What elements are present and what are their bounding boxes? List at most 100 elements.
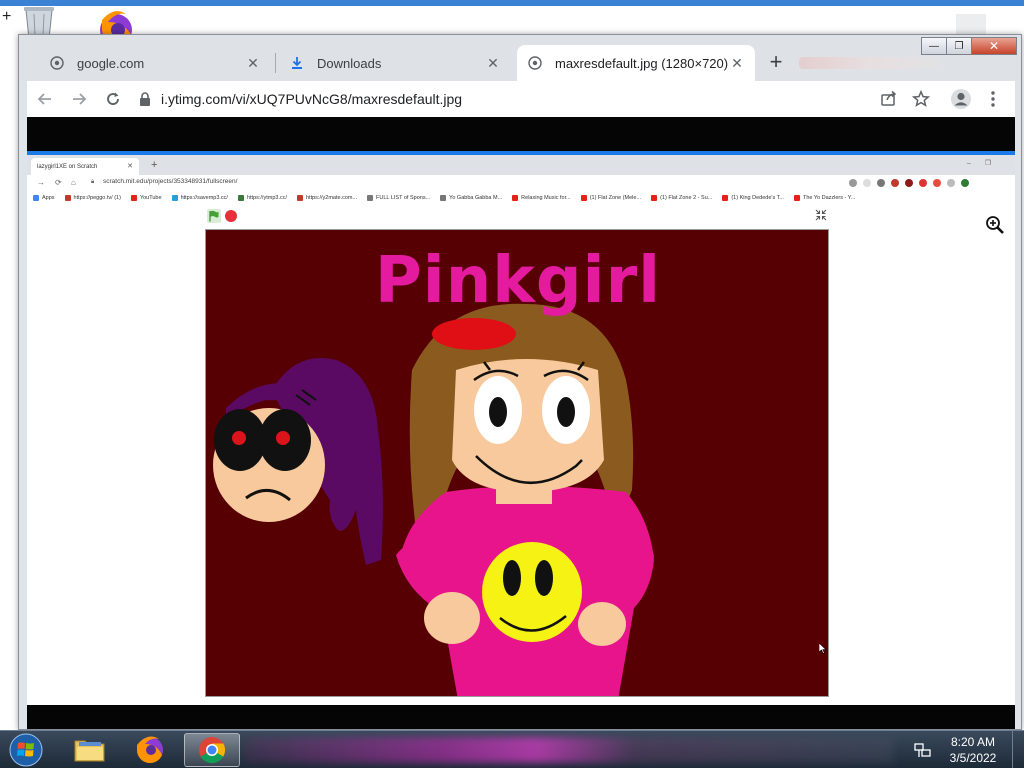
minimize-button[interactable]: — — [921, 37, 947, 55]
bookmark-item: (1) King Dedede's T... — [722, 195, 784, 201]
inner-close-icon: ✕ — [127, 163, 133, 170]
url-text: i.ytimg.com/vi/xUQ7PUvNcG8/maxresdefault… — [161, 91, 463, 107]
tab-downloads[interactable]: Downloads ✕ — [279, 45, 511, 81]
bookmark-item: (1) Flat Zone (Mele... — [580, 195, 641, 201]
inner-url-text: scratch.mit.edu/projects/353348931/fulls… — [103, 178, 238, 185]
tab-title: Downloads — [317, 55, 382, 71]
inner-arrow-right-icon: → — [37, 178, 45, 187]
taskbar-file-explorer[interactable] — [62, 733, 118, 767]
inner-ext-icon — [905, 179, 913, 187]
plus-icon: + — [2, 8, 12, 25]
taskbar-chrome[interactable] — [184, 733, 240, 767]
taskbar: 8:20 AM 3/5/2022 — [0, 730, 1024, 768]
bookmark-icon — [33, 195, 39, 201]
clock-date: 3/5/2022 — [949, 751, 997, 765]
youtube-icon — [130, 195, 137, 201]
exit-fullscreen-icon — [815, 209, 827, 221]
inner-ext-icon — [961, 179, 969, 187]
inner-toolbar: → ⟳ ⌂ 🔒︎ scratch.mit.edu/projects/353348… — [27, 175, 1015, 191]
bookmark-icon — [297, 195, 303, 201]
bookmark-item: https://peggo.tv/ (1) — [64, 195, 121, 201]
bookmark-item: Apps — [33, 195, 55, 201]
youtube-icon — [651, 195, 658, 201]
person-icon — [951, 89, 971, 109]
tab-strip: google.com ✕ Downloads ✕ maxresdefault.j… — [19, 35, 1021, 81]
download-icon — [289, 55, 305, 71]
close-tab-icon[interactable]: ✕ — [729, 55, 745, 71]
bookmark-icon — [237, 195, 244, 201]
system-clock[interactable]: 8:20 AM 3/5/2022 — [940, 734, 1006, 766]
globe-icon — [367, 195, 374, 201]
scratch-stage: Pinkgirl — [205, 229, 829, 697]
bookmark-item: https://y2mate.com... — [297, 195, 357, 201]
inner-reload-icon: ⟳ — [55, 178, 62, 187]
globe-icon — [49, 55, 65, 71]
inner-extension-icons — [849, 179, 969, 187]
inner-window-controls: –❐ — [966, 160, 1005, 167]
inner-ext-icon — [947, 179, 955, 187]
bookmark-item: YouTube — [130, 195, 162, 201]
close-tab-icon[interactable]: ✕ — [245, 55, 261, 71]
taskbar-firefox[interactable] — [122, 733, 178, 767]
bookmark-item: FULL LIST of Spons... — [367, 195, 430, 201]
lock-icon[interactable] — [137, 91, 153, 107]
green-flag-icon — [207, 209, 221, 223]
stage-title-text: Pinkgirl — [374, 244, 662, 318]
youtube-icon — [722, 195, 729, 201]
arrow-left-icon — [37, 93, 51, 105]
window-close-button[interactable]: ✕ — [971, 37, 1017, 55]
displayed-image[interactable]: lazygirl1XE on Scratch ✕ + –❐ → ⟳ ⌂ 🔒︎ s… — [27, 151, 1015, 705]
inner-ext-icon — [877, 179, 885, 187]
tab-maxresdefault[interactable]: maxresdefault.jpg (1280×720) ✕ — [517, 45, 755, 81]
arrow-right-icon — [73, 93, 87, 105]
page-viewport: lazygirl1XE on Scratch ✕ + –❐ → ⟳ ⌂ 🔒︎ s… — [27, 117, 1015, 729]
tab-title: maxresdefault.jpg (1280×720) — [555, 55, 729, 71]
menu-button[interactable] — [981, 87, 1005, 111]
firefox-icon — [137, 736, 163, 763]
close-tab-icon[interactable]: ✕ — [485, 55, 501, 71]
share-icon — [881, 90, 897, 106]
globe-icon — [440, 195, 447, 201]
tab-title: google.com — [77, 55, 145, 71]
bookmark-item: Relaxing Music for... — [512, 195, 571, 201]
image-letterbox-bottom — [27, 705, 1015, 729]
globe-icon — [527, 55, 543, 71]
zoom-in-icon[interactable] — [985, 215, 1005, 235]
bookmark-item: https://savemp3.cc/ — [171, 195, 228, 201]
network-icon[interactable] — [914, 741, 932, 759]
inner-lock-icon: 🔒︎ — [91, 179, 95, 185]
inner-ext-icon — [933, 179, 941, 187]
inner-bookmarks-bar: Apps https://peggo.tv/ (1) YouTube https… — [27, 191, 1015, 205]
image-letterbox-top — [27, 117, 1015, 151]
reload-button[interactable] — [101, 87, 125, 111]
share-button[interactable] — [877, 87, 901, 111]
maximize-button[interactable]: ❐ — [946, 37, 972, 55]
start-button[interactable] — [6, 732, 46, 768]
address-bar[interactable]: i.ytimg.com/vi/xUQ7PUvNcG8/maxresdefault… — [137, 85, 937, 113]
inner-star-icon — [849, 179, 857, 187]
folder-icon — [74, 740, 105, 762]
show-desktop-button[interactable] — [1012, 731, 1024, 768]
tab-separator — [275, 53, 276, 73]
bookmark-item: https://ytmp3.cc/ — [237, 195, 287, 201]
profile-button[interactable] — [949, 87, 973, 111]
bookmark-item: (1) Flat Zone 2 - Su... — [651, 195, 712, 201]
inner-tab-title: lazygirl1XE on Scratch — [37, 163, 98, 170]
stop-sign-icon — [225, 210, 237, 222]
chrome-window: google.com ✕ Downloads ✕ maxresdefault.j… — [18, 34, 1022, 730]
inner-home-icon: ⌂ — [71, 178, 76, 187]
bookmark-icon — [171, 195, 178, 201]
bookmark-star-button[interactable] — [909, 87, 933, 111]
scratch-stage-controls — [207, 209, 827, 225]
windows-logo-icon — [9, 733, 43, 767]
new-tab-button[interactable]: + — [764, 51, 788, 75]
bookmark-item: The Yo Dazzlers - Y... — [793, 195, 855, 201]
back-button[interactable] — [33, 87, 57, 111]
chrome-icon — [199, 737, 226, 764]
tab-google[interactable]: google.com ✕ — [39, 45, 271, 81]
youtube-icon — [793, 195, 800, 201]
bookmark-item: Yo Gabba Gabba M... — [440, 195, 502, 201]
desktop-top-strip — [0, 0, 1024, 6]
inner-plus-icon: + — [151, 159, 158, 171]
forward-button[interactable] — [67, 87, 91, 111]
